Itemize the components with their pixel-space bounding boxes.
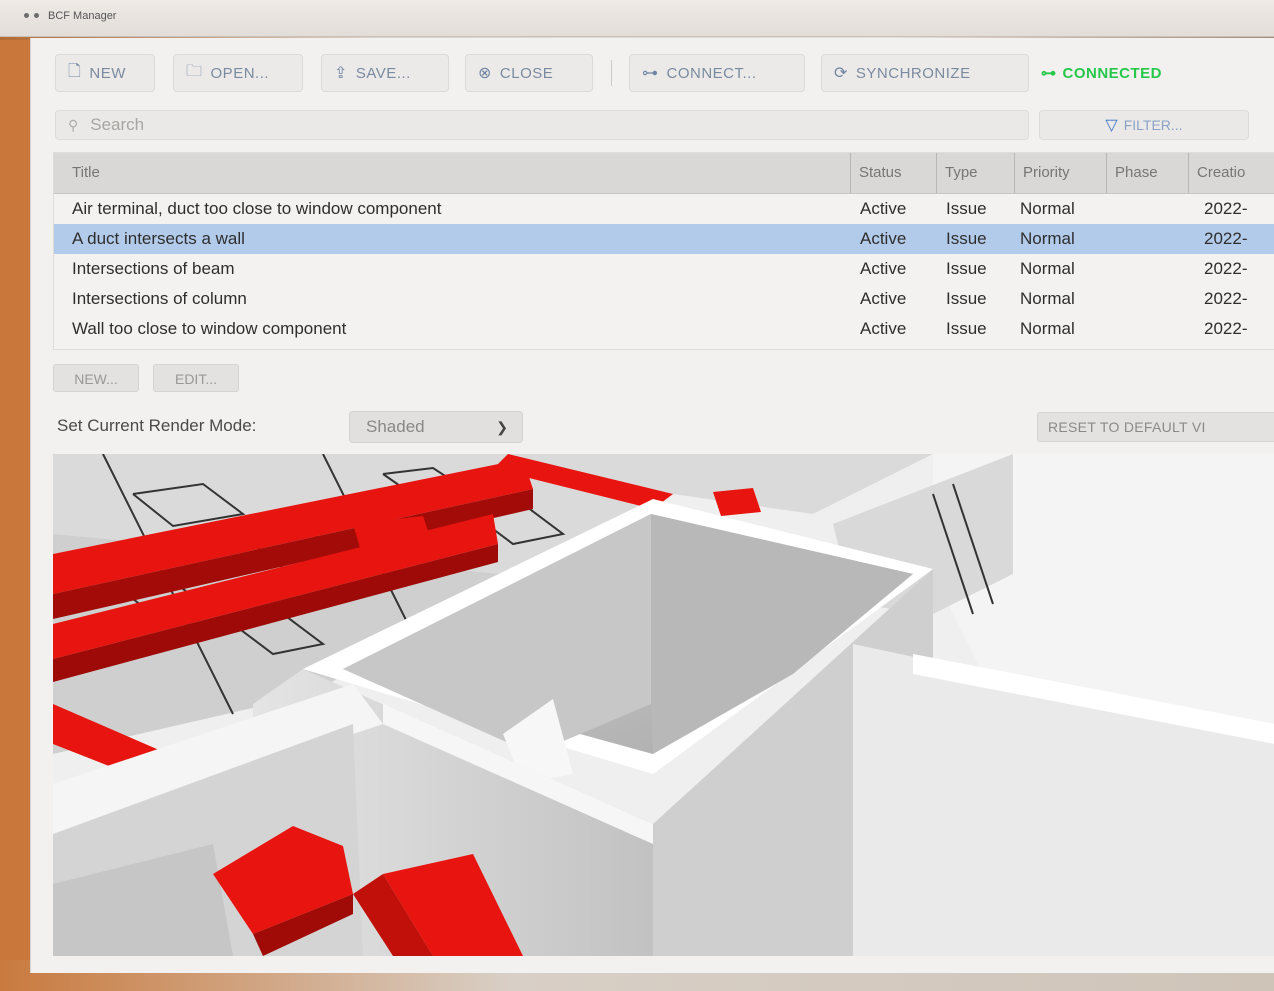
search-icon: ⚲ [68, 116, 79, 133]
save-icon: ⇪ [334, 65, 348, 82]
minimize-window-icon[interactable] [34, 13, 39, 18]
cell-type: Issue [946, 199, 987, 218]
cell-type: Issue [946, 259, 987, 278]
open-button[interactable]: 🗀 OPEN... [173, 54, 303, 92]
cell-created: 2022- [1204, 319, 1248, 338]
air-terminal [713, 488, 761, 516]
render-mode-label: Set Current Render Mode: [57, 416, 257, 435]
cell-created: 2022- [1204, 199, 1248, 218]
search-box[interactable]: ⚲ [55, 110, 1029, 140]
cell-created: 2022- [1204, 229, 1248, 248]
synchronize-button[interactable]: ⟳ SYNCHRONIZE [821, 54, 1029, 92]
toolbar: 🗋 NEW 🗀 OPEN... ⇪ SAVE... ⊗ CLOSE ⊶ CONN… [55, 54, 1274, 92]
save-button-label: SAVE... [355, 64, 411, 82]
cell-created: 2022- [1204, 289, 1248, 308]
cell-status: Active [860, 199, 907, 218]
synchronize-button-label: SYNCHRONIZE [855, 64, 971, 82]
cell-type: Issue [946, 229, 987, 248]
column-header-status[interactable]: Status [850, 153, 936, 193]
cell-created: 2022- [1204, 259, 1248, 278]
table-header: Title Status Type Priority Phase Creatio [54, 153, 1274, 194]
new-topic-button[interactable]: NEW... [53, 364, 139, 392]
table-row[interactable]: Intersections of beam Active Issue Normal 20… [54, 254, 1274, 284]
window-titlebar[interactable]: BCF Manager [0, 0, 1274, 37]
edit-topic-button[interactable]: EDIT... [153, 364, 239, 392]
close-icon: ⊗ [478, 65, 492, 82]
cell-priority: Normal [1020, 199, 1075, 218]
cell-status: Active [860, 259, 907, 278]
cell-priority: Normal [1020, 259, 1075, 278]
bcf-manager-window: 🗋 NEW 🗀 OPEN... ⇪ SAVE... ⊗ CLOSE ⊶ CONN… [30, 38, 1274, 973]
cell-status: Active [860, 229, 907, 248]
reset-view-button[interactable]: RESET TO DEFAULT VI [1037, 412, 1274, 442]
filter-button[interactable]: ▽ FILTER... [1039, 110, 1249, 140]
sync-icon: ⟳ [834, 65, 848, 82]
connection-status: ⊶ CONNECTED [1041, 54, 1162, 92]
close-window-icon[interactable] [24, 13, 29, 18]
chevron-down-icon: ❯ [496, 419, 508, 435]
cell-status: Active [860, 319, 907, 338]
window-controls[interactable] [24, 13, 39, 18]
close-button[interactable]: ⊗ CLOSE [465, 54, 593, 92]
connected-icon: ⊶ [1041, 65, 1057, 82]
filter-icon: ▽ [1105, 117, 1118, 134]
window-title: BCF Manager [48, 10, 117, 22]
save-button[interactable]: ⇪ SAVE... [321, 54, 449, 92]
cell-title: Intersections of beam [72, 259, 235, 278]
toolbar-separator [611, 60, 612, 86]
3d-viewport[interactable] [53, 454, 1274, 956]
topics-table: Title Status Type Priority Phase Creatio… [53, 152, 1274, 350]
connect-button-label: CONNECT... [666, 64, 757, 82]
cell-title: A duct intersects a wall [72, 229, 245, 248]
model-render [53, 454, 1274, 956]
open-folder-icon: 🗀 [186, 62, 203, 80]
column-header-priority[interactable]: Priority [1014, 153, 1106, 193]
search-input[interactable] [88, 114, 973, 136]
column-header-phase[interactable]: Phase [1106, 153, 1188, 193]
new-file-icon: 🗋 [68, 62, 82, 80]
column-header-title[interactable]: Title [54, 153, 850, 193]
new-button[interactable]: 🗋 NEW [55, 54, 155, 92]
cell-type: Issue [946, 289, 987, 308]
new-button-label: NEW [89, 64, 126, 82]
cell-priority: Normal [1020, 319, 1075, 338]
cell-title: Wall too close to window component [72, 319, 347, 338]
close-button-label: CLOSE [499, 64, 554, 82]
cell-priority: Normal [1020, 229, 1075, 248]
cell-type: Issue [946, 319, 987, 338]
column-header-type[interactable]: Type [936, 153, 1014, 193]
render-mode-value: Shaded [366, 417, 425, 436]
filter-button-label: FILTER... [1123, 117, 1183, 133]
table-row[interactable]: A duct intersects a wall Active Issue Norma… [54, 224, 1274, 254]
open-button-label: OPEN... [210, 64, 270, 82]
cell-priority: Normal [1020, 289, 1075, 308]
column-header-creation[interactable]: Creatio [1188, 153, 1274, 193]
cell-status: Active [860, 289, 907, 308]
table-row[interactable]: Intersections of column Active Issue Normal… [54, 284, 1274, 314]
connection-status-label: CONNECTED [1062, 64, 1163, 82]
cell-title: Air terminal, duct too close to window c… [72, 199, 442, 218]
render-mode-select[interactable]: Shaded ❯ [349, 411, 523, 443]
connect-button[interactable]: ⊶ CONNECT... [629, 54, 805, 92]
connect-icon: ⊶ [642, 65, 659, 82]
table-row[interactable]: Wall too close to window component Active… [54, 314, 1274, 344]
cell-title: Intersections of column [72, 289, 247, 308]
table-row[interactable]: Air terminal, duct too close to window c… [54, 194, 1274, 224]
